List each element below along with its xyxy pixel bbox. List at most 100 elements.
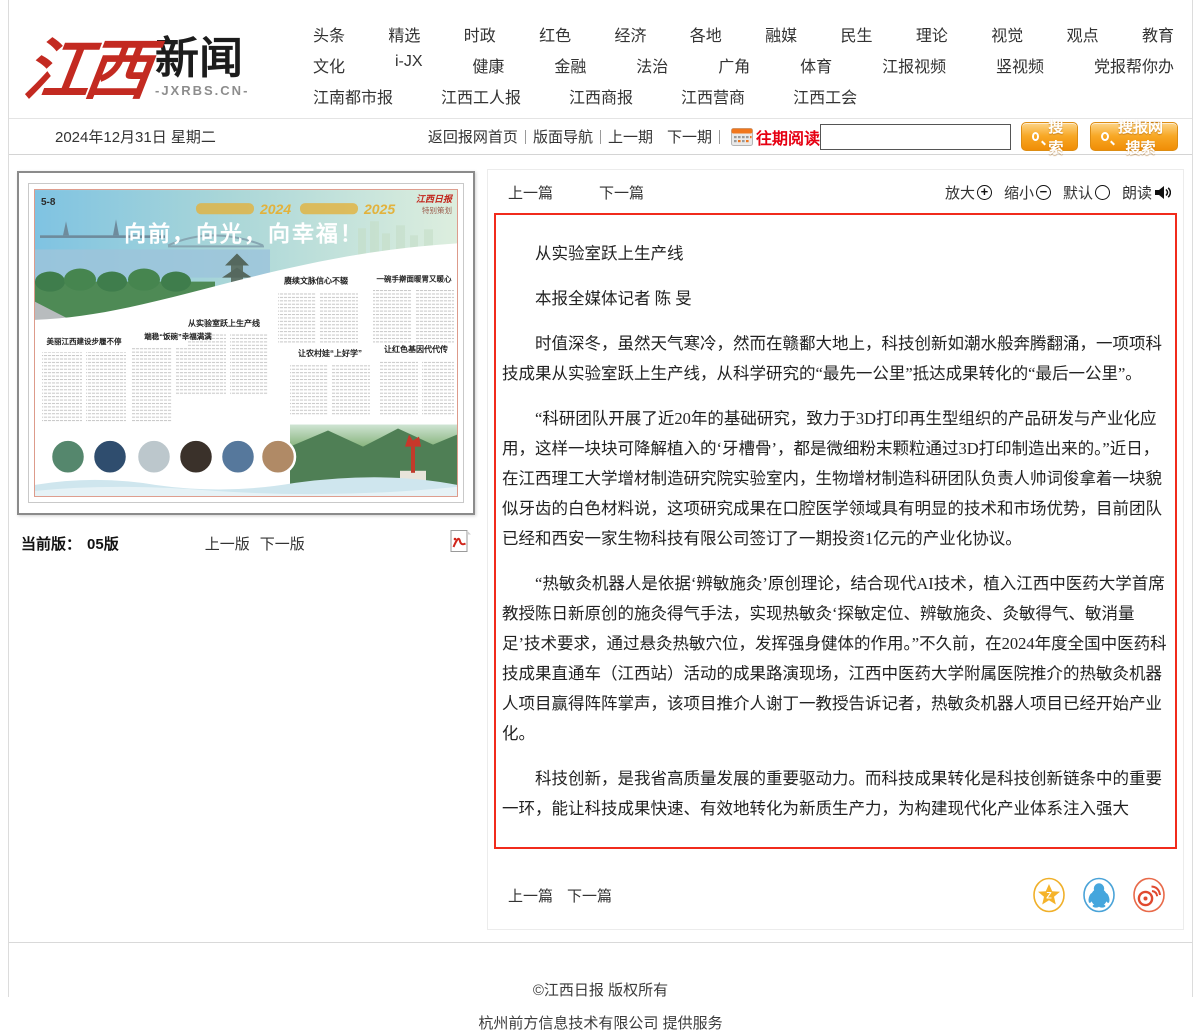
logo-right: 新闻 -JXRBS.CN-: [155, 37, 249, 98]
issue-links: 返回报网首页 版面导航 上一期 下一期: [428, 125, 820, 149]
nav-link[interactable]: 党报帮你办: [1094, 53, 1174, 77]
thumb-main-headline: 向前，向光，向幸福！: [124, 221, 364, 246]
text-controls: 放大 + 缩小 − 默认 朗读: [937, 182, 1171, 203]
prev-article-link[interactable]: 上一篇: [508, 885, 553, 906]
nav-link[interactable]: 时政: [464, 22, 496, 46]
nav-link[interactable]: 各地: [690, 22, 722, 46]
nav-link[interactable]: 广角: [718, 53, 750, 77]
nav-row-2: 文化 i-JX 健康 金融 法治 广角 体育 江报视频 竖视频 党报帮你办: [313, 53, 1174, 77]
newspaper-page-thumbnail[interactable]: 2024 2025 向前，向光，向幸福！ 5-8 江西日报 特别策划: [17, 171, 475, 515]
pdf-download-icon[interactable]: [450, 530, 471, 556]
logo-domain: -JXRBS.CN-: [155, 83, 249, 98]
nav-link[interactable]: 江西工会: [793, 84, 857, 108]
nav-link[interactable]: 融媒: [765, 22, 797, 46]
nav-link[interactable]: 江西营商: [681, 84, 745, 108]
nav-link[interactable]: 健康: [472, 53, 504, 77]
nav-link[interactable]: 竖视频: [996, 53, 1044, 77]
nav-link[interactable]: 红色: [539, 22, 571, 46]
nav-link[interactable]: 江西工人报: [441, 84, 521, 108]
site-search-button[interactable]: 搜报网搜索: [1090, 122, 1178, 151]
main-nav: 头条 精选 时政 红色 经济 各地 融媒 民生 理论 视觉 观点 教育 文化 i…: [285, 8, 1178, 112]
nav-link[interactable]: 理论: [916, 22, 948, 46]
issue-date: 2024年12月31日 星期二: [55, 126, 216, 147]
site-search-button-label: 搜报网搜索: [1114, 116, 1167, 158]
issue-toolbar: 2024年12月31日 星期二 返回报网首页 版面导航 上一期 下一期: [9, 118, 1192, 155]
search-group: 搜 索 搜报网搜索: [820, 122, 1178, 151]
search-icon: [1101, 132, 1109, 141]
article-panel: 上一篇 下一篇 放大 + 缩小 − 默认: [487, 169, 1184, 930]
article-title: 从实验室跃上生产线: [502, 239, 1169, 269]
article-author: 本报全媒体记者 陈 旻: [502, 284, 1169, 314]
site-footer: ©江西日报 版权所有 杭州前方信息技术有限公司 提供服务: [9, 942, 1192, 1033]
nav-link[interactable]: 教育: [1142, 22, 1174, 46]
article-toolbar-bottom: 上一篇 下一篇 Z: [494, 849, 1177, 919]
thumb-page-range: 5-8: [41, 197, 56, 208]
zoom-out-control[interactable]: 缩小 −: [1004, 182, 1051, 203]
prev-issue-link[interactable]: 上一期: [608, 126, 653, 147]
search-button-label: 搜 索: [1044, 116, 1067, 158]
nav-link[interactable]: 民生: [841, 22, 873, 46]
thumb-article-title: 赓续文脉信心不辍: [284, 276, 349, 286]
search-input[interactable]: [820, 124, 1011, 150]
nav-link[interactable]: 江南都市报: [313, 84, 393, 108]
site-logo[interactable]: 江西 新闻 -JXRBS.CN-: [23, 8, 285, 112]
logo-brand-black: 新闻: [155, 37, 249, 81]
next-article-link[interactable]: 下一篇: [567, 885, 612, 906]
article-paragraph: “热敏灸机器人是依据‘辨敏施灸’原创理论，结合现代AI技术，植入江西中医药大学首…: [502, 569, 1169, 749]
zoom-in-icon: +: [977, 185, 992, 200]
default-size-icon: [1095, 185, 1110, 200]
nav-link[interactable]: 金融: [554, 53, 586, 77]
home-link[interactable]: 返回报网首页: [428, 126, 518, 147]
read-aloud-control[interactable]: 朗读: [1122, 182, 1171, 203]
footer-provider: 杭州前方信息技术有限公司 提供服务: [9, 1012, 1192, 1033]
nav-link[interactable]: i-JX: [395, 53, 423, 77]
article-paragraph: 科技创新，是我省高质量发展的重要驱动力。而科技成果转化是科技创新链条中的重要一环…: [502, 764, 1169, 824]
nav-link[interactable]: 体育: [800, 53, 832, 77]
thumb-article-title: 一碗手擀面暖胃又暖心: [377, 274, 452, 284]
nav-link[interactable]: 观点: [1067, 22, 1099, 46]
share-weibo-icon[interactable]: [1131, 877, 1167, 913]
zoom-out-icon: −: [1036, 185, 1051, 200]
calendar-icon: [731, 128, 753, 146]
default-size-control[interactable]: 默认: [1063, 182, 1110, 203]
thumb-article-title: 端稳“饭碗”幸福满满: [144, 331, 212, 341]
next-article-link[interactable]: 下一篇: [599, 182, 644, 203]
divider: [719, 130, 720, 144]
page: 江西 新闻 -JXRBS.CN- 头条 精选 时政 红色 经济 各地 融媒 民生…: [8, 0, 1193, 997]
nav-link[interactable]: 文化: [313, 53, 345, 77]
speaker-icon: [1154, 185, 1171, 200]
nav-link[interactable]: 精选: [388, 22, 420, 46]
archive-link[interactable]: 往期阅读: [731, 125, 820, 149]
nav-link[interactable]: 江报视频: [882, 53, 946, 77]
zoom-in-control[interactable]: 放大 +: [945, 182, 992, 203]
nav-link[interactable]: 经济: [614, 22, 646, 46]
layout-nav-link[interactable]: 版面导航: [533, 126, 593, 147]
article-paragraph: 时值深冬，虽然天气寒冷，然而在赣鄱大地上，科技创新如潮水般奔腾翻涌，一项项科技成…: [502, 329, 1169, 389]
read-aloud-label: 朗读: [1122, 182, 1152, 203]
next-page-link[interactable]: 下一版: [260, 533, 305, 554]
article-body-box: 从实验室跃上生产线 本报全媒体记者 陈 旻 时值深冬，虽然天气寒冷，然而在赣鄱大…: [494, 213, 1177, 849]
nav-row-3: 江南都市报 江西工人报 江西商报 江西营商 江西工会: [313, 84, 1174, 108]
share-buttons: Z: [1031, 877, 1167, 913]
article-paragraph: “科研团队开展了近20年的基础研究，致力于3D打印再生型组织的产品研发与产业化应…: [502, 404, 1169, 554]
thumb-article-title: 让农村娃“上好学”: [298, 348, 362, 358]
search-button[interactable]: 搜 索: [1021, 122, 1078, 151]
nav-link[interactable]: 江西商报: [569, 84, 633, 108]
share-qzone-icon[interactable]: Z: [1031, 877, 1067, 913]
archive-label: 往期阅读: [756, 125, 820, 149]
next-issue-link[interactable]: 下一期: [667, 126, 712, 147]
banner-year-left: 2024: [259, 201, 291, 217]
prev-article-link[interactable]: 上一篇: [508, 182, 553, 203]
prev-page-link[interactable]: 上一版: [205, 533, 250, 554]
nav-link[interactable]: 头条: [313, 22, 345, 46]
thumb-article-title: 从实验室跃上生产线: [188, 318, 260, 328]
page-links: 上一版 下一版: [205, 533, 305, 554]
article-toolbar-top: 上一篇 下一篇 放大 + 缩小 − 默认: [494, 178, 1177, 213]
nav-row-1: 头条 精选 时政 红色 经济 各地 融媒 民生 理论 视觉 观点 教育: [313, 22, 1174, 46]
default-size-label: 默认: [1063, 182, 1093, 203]
share-qq-icon[interactable]: [1081, 877, 1117, 913]
zoom-out-label: 缩小: [1004, 182, 1034, 203]
thumb-article-title: 让红色基因代代传: [384, 344, 448, 354]
nav-link[interactable]: 视觉: [991, 22, 1023, 46]
nav-link[interactable]: 法治: [636, 53, 668, 77]
